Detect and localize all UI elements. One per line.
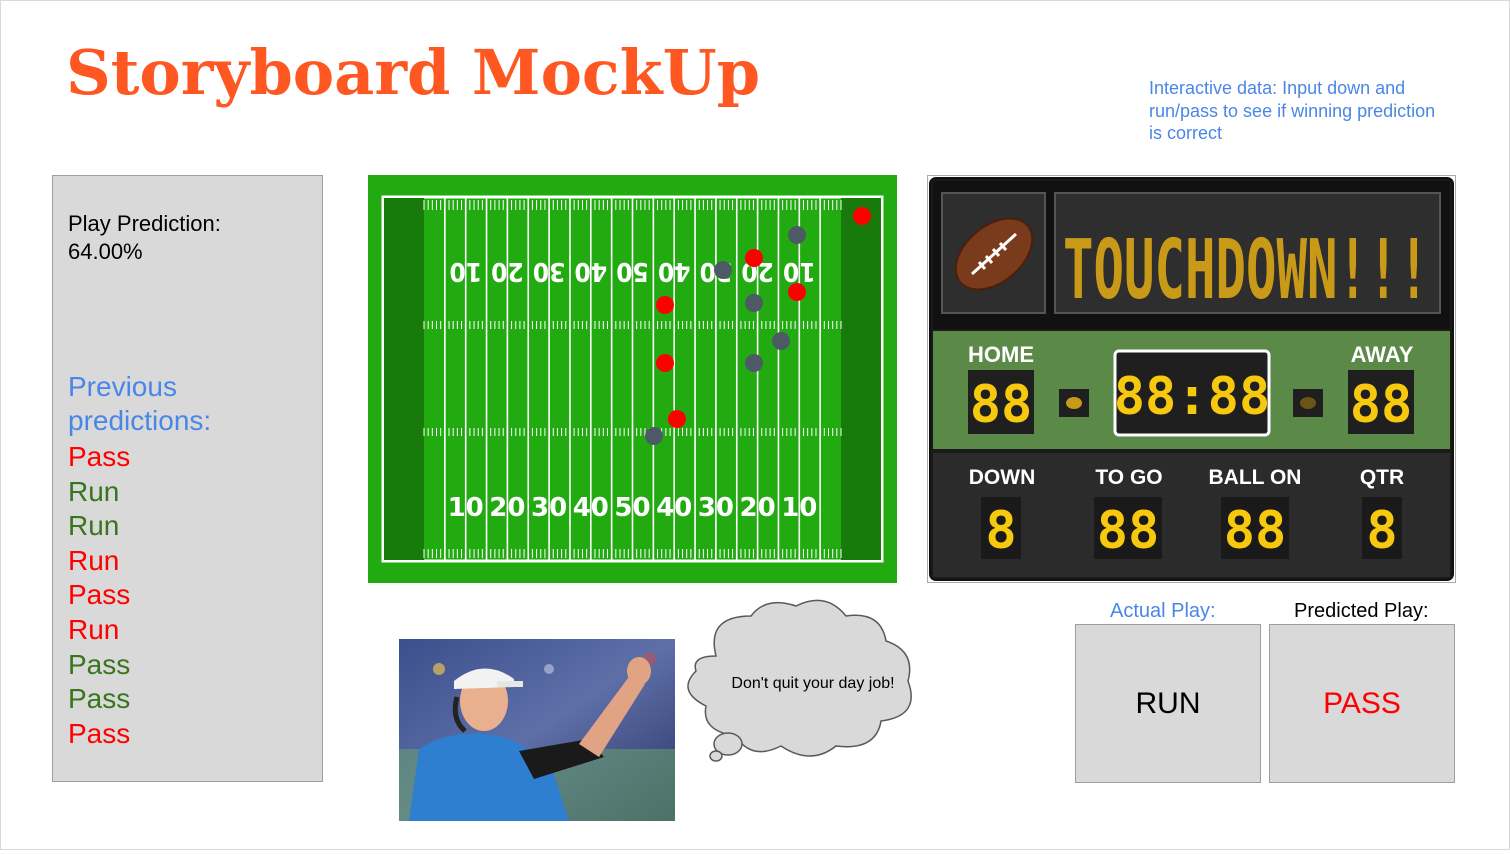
interactive-note: Interactive data: Input down and run/pas… [1149, 78, 1436, 143]
previous-predictions-list: Pass Run Run Run Pass Run Pass Pass Pass [68, 440, 130, 751]
defense-player-marker[interactable] [788, 226, 806, 244]
play-prediction: Play Prediction: 64.00% [68, 210, 221, 266]
previous-prediction-item: Pass [68, 717, 131, 749]
play-prediction-label: Play Prediction: [68, 211, 221, 236]
offense-player-marker[interactable] [656, 296, 674, 314]
ballon-label: BALL ON [1209, 466, 1302, 489]
previous-prediction-item: Run [68, 544, 120, 576]
down-label: DOWN [969, 466, 1036, 489]
prediction-panel: Play Prediction: 64.00% Previous predict… [52, 175, 323, 782]
offense-player-marker[interactable] [668, 410, 686, 428]
previous-prediction-item: Run [68, 475, 120, 507]
qtr-value: 8 [1366, 501, 1397, 561]
endzone-right [841, 198, 881, 560]
previous-prediction-item: Pass [68, 441, 131, 472]
scoreboard-graphic: TOUCHDOWN!!! HOME AWAY 88 88 88:88 DOWN … [929, 177, 1454, 581]
qtr-label: QTR [1360, 466, 1404, 489]
game-clock: 88:88 [1114, 367, 1271, 427]
previous-prediction-item: Pass [68, 648, 131, 680]
endzone-left [384, 198, 424, 560]
togo-label: TO GO [1095, 466, 1162, 489]
previous-prediction-item: Pass [68, 579, 131, 611]
bottom-yard-number: 10 [781, 493, 817, 523]
top-yard-number: 50 [616, 256, 649, 286]
previous-prediction-item: Run [68, 613, 120, 645]
bottom-yard-number: 20 [740, 493, 776, 523]
togo-value: 88 [1097, 501, 1160, 561]
away-label: AWAY [1351, 342, 1414, 367]
defense-player-marker[interactable] [745, 294, 763, 312]
top-yard-number: 10 [783, 256, 816, 286]
home-score: 88 [970, 375, 1033, 435]
bottom-yard-number: 40 [573, 493, 609, 523]
top-yard-number: 20 [491, 256, 524, 286]
slide-title: Storyboard MockUp [66, 36, 761, 109]
play-prediction-value: 64.00% [68, 239, 143, 264]
actual-play-box[interactable]: RUN [1075, 624, 1261, 783]
thought-bubble-text: Don't quit your day job! [731, 675, 895, 692]
previous-prediction-item: Run [68, 510, 120, 542]
bottom-yard-number: 50 [614, 493, 650, 523]
top-yard-number: 30 [533, 256, 566, 286]
defense-player-marker[interactable] [745, 354, 763, 372]
previous-prediction-item: Pass [68, 683, 131, 715]
bottom-yard-number: 30 [531, 493, 567, 523]
actual-play-label: Actual Play: [1110, 600, 1216, 622]
predicted-play-label: Predicted Play: [1294, 600, 1429, 622]
offense-player-marker[interactable] [745, 249, 763, 267]
home-possession-icon [1066, 397, 1082, 409]
predicted-play-value: PASS [1323, 686, 1401, 720]
offense-player-marker[interactable] [788, 283, 806, 301]
offense-player-marker[interactable] [656, 354, 674, 372]
coach-photo [399, 639, 675, 821]
down-value: 8 [985, 501, 1016, 561]
top-yard-number: 40 [575, 256, 608, 286]
bottom-yard-number: 40 [656, 493, 692, 523]
home-label: HOME [968, 342, 1034, 367]
away-score: 88 [1350, 375, 1413, 435]
defense-player-marker[interactable] [714, 261, 732, 279]
top-yard-number: 10 [449, 256, 482, 286]
scoreboard: TOUCHDOWN!!! HOME AWAY 88 88 88:88 DOWN … [927, 175, 1456, 583]
defense-player-marker[interactable] [645, 427, 663, 445]
bottom-yard-number: 20 [489, 493, 525, 523]
actual-play-value: RUN [1135, 686, 1201, 720]
football-field-graphic: 102030405040302010 102030405040302010 [368, 175, 897, 583]
offense-player-marker[interactable] [853, 207, 871, 225]
top-yard-number: 40 [658, 256, 691, 286]
away-possession-icon [1300, 397, 1316, 409]
bottom-yard-number: 30 [698, 493, 734, 523]
previous-predictions-title: Previous predictions: [68, 371, 212, 436]
touchdown-banner: TOUCHDOWN!!! [1063, 223, 1429, 318]
ballon-value: 88 [1224, 501, 1287, 561]
defense-player-marker[interactable] [772, 332, 790, 350]
football-field[interactable]: 102030405040302010 102030405040302010 [368, 175, 897, 583]
predicted-play-box: PASS [1269, 624, 1455, 783]
bottom-yard-number: 10 [448, 493, 484, 523]
